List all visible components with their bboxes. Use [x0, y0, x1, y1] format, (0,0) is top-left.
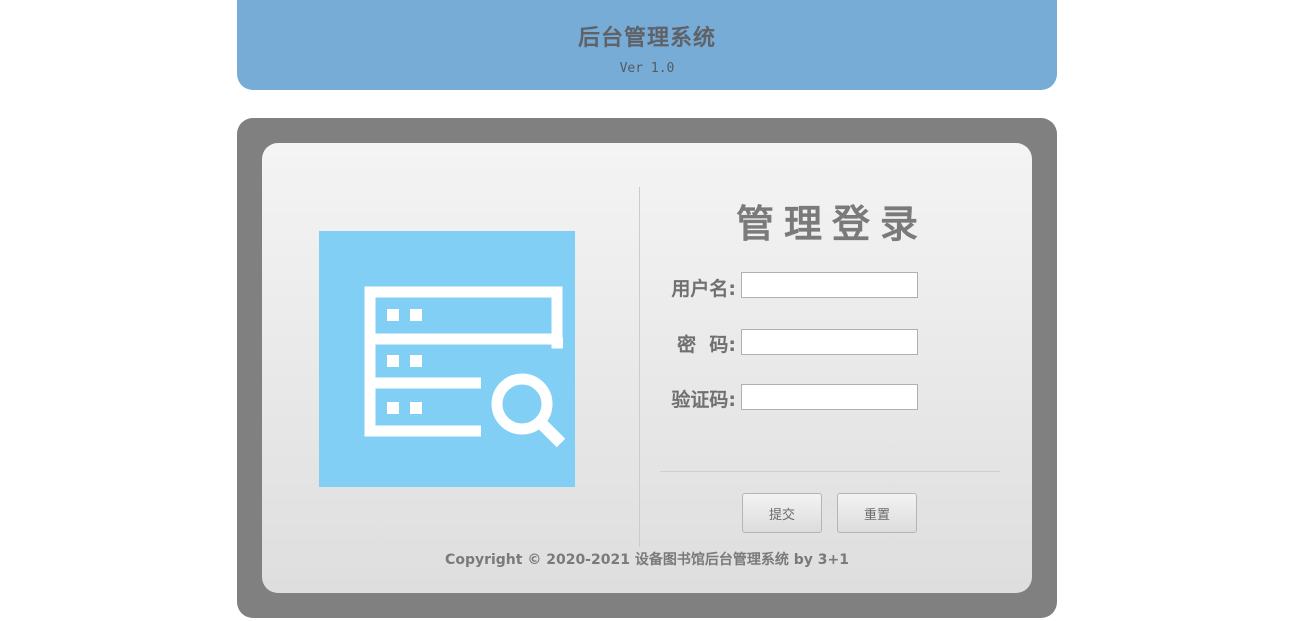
- vertical-divider: [639, 187, 640, 547]
- reset-button[interactable]: 重置: [837, 493, 917, 533]
- captcha-input[interactable]: [741, 384, 918, 410]
- login-panel: 管理登录 用户名: 密 码: 验证码: 提交 重置 Copyright © 20…: [262, 143, 1032, 593]
- captcha-label: 验证码:: [671, 389, 736, 411]
- copyright-text: Copyright © 2020-2021 设备图书馆后台管理系统 by 3+1: [445, 552, 849, 568]
- password-label: 密 码:: [677, 334, 736, 356]
- password-input[interactable]: [741, 329, 918, 355]
- username-label: 用户名:: [671, 278, 736, 300]
- login-title: 管理登录: [735, 202, 928, 246]
- submit-button[interactable]: 提交: [742, 493, 822, 533]
- app-header: 后台管理系统 Ver 1.0: [237, 0, 1057, 90]
- app-version: Ver 1.0: [619, 61, 675, 76]
- server-search-icon: [319, 231, 575, 487]
- login-frame: 管理登录 用户名: 密 码: 验证码: 提交 重置 Copyright © 20…: [237, 118, 1057, 618]
- horizontal-divider: [660, 471, 1000, 472]
- app-title: 后台管理系统: [577, 26, 716, 51]
- username-input[interactable]: [741, 272, 918, 298]
